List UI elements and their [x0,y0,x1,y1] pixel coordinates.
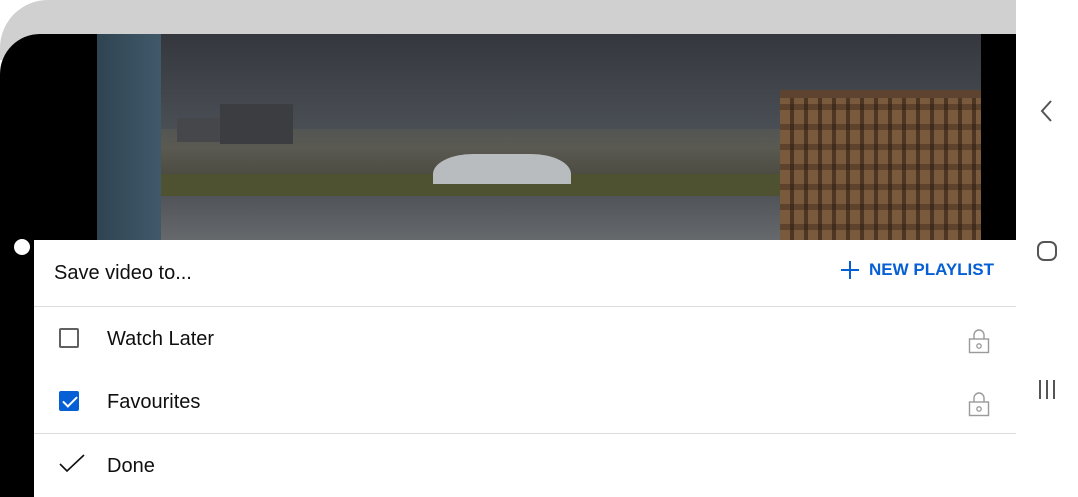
lock-icon [968,329,990,354]
system-nav-bar [1016,0,1078,497]
sheet-header: Save video to... NEW PLAYLIST [34,240,1016,307]
video-frame-parking-lot [161,196,881,240]
plus-icon [841,261,859,279]
recents-icon[interactable] [1032,375,1062,405]
done-label: Done [107,455,155,477]
video-player[interactable] [97,34,981,240]
home-icon[interactable] [1032,236,1062,266]
video-frame-tower [97,34,161,240]
back-icon[interactable] [1032,96,1062,126]
video-frame-brick-building [780,90,981,240]
playlist-label: Watch Later [107,328,215,350]
divider [34,433,1016,434]
video-frame-roof [780,90,981,98]
watch-later-checkbox[interactable] [59,328,79,348]
lock-icon [968,392,990,417]
sheet-title: Save video to... [54,262,192,284]
video-frame-building [220,104,293,144]
favourites-checkbox[interactable] [59,391,79,411]
checkmark-icon [59,454,85,473]
video-frame-dome [433,154,571,184]
new-playlist-button[interactable]: NEW PLAYLIST [841,260,994,280]
sheet-handle-dot [14,239,30,255]
new-playlist-label: NEW PLAYLIST [869,260,994,279]
playlist-item-watch-later[interactable]: Watch Later [34,308,1016,370]
video-frame-building [177,118,221,142]
playlist-label: Favourites [107,391,201,413]
done-button[interactable]: Done [34,436,1016,497]
playlist-item-favourites[interactable]: Favourites [34,371,1016,433]
save-to-playlist-sheet: Save video to... NEW PLAYLIST Watch Late… [34,240,1016,497]
